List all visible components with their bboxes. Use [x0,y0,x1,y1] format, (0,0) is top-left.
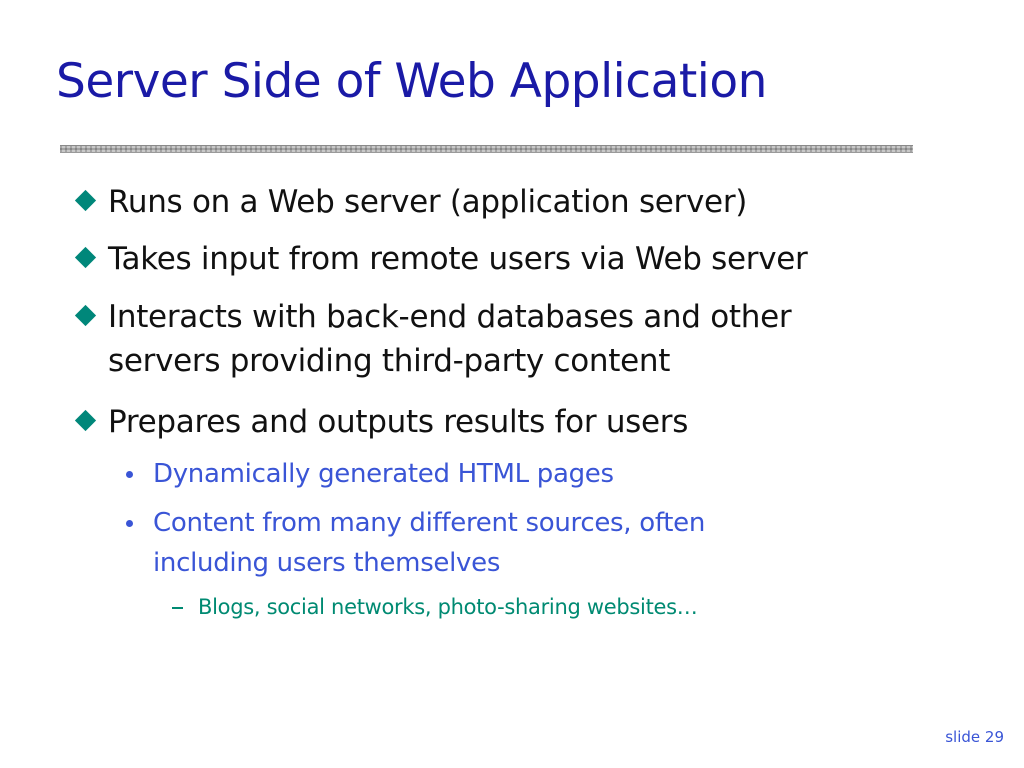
bullet-item: Runs on a Web server (application server… [74,180,748,224]
bullet-item: Interacts with back-end databases and ot… [74,295,792,383]
bullet-item: Takes input from remote users via Web se… [74,237,808,281]
bullet-text: Runs on a Web server (application server… [108,184,748,220]
bullet-text: Prepares and outputs results for users [108,404,689,440]
bullet-text: servers providing third-party content [108,343,671,379]
sub-sub-bullet-text: Blogs, social networks, photo-sharing we… [198,595,698,619]
sub-bullet-item: Dynamically generated HTML pages [124,454,614,494]
dot-bullet-icon [126,471,133,478]
dot-bullet-icon [126,520,133,527]
slide: Server Side of Web Application Runs on a… [0,0,1024,768]
sub-bullet-text: including users themselves [153,548,501,578]
sub-bullet-text: Content from many different sources, oft… [153,508,705,538]
title-divider [60,145,913,153]
slide-title: Server Side of Web Application [56,54,767,109]
bullet-text: Takes input from remote users via Web se… [108,241,808,277]
sub-bullet-item: Content from many different sources, oft… [124,503,705,583]
bullet-item: Prepares and outputs results for users [74,400,689,444]
sub-sub-bullet-item: Blogs, social networks, photo-sharing we… [172,592,698,622]
slide-number: slide 29 [945,728,1004,746]
dash-bullet-icon [172,607,183,609]
bullet-text: Interacts with back-end databases and ot… [108,299,792,335]
sub-bullet-text: Dynamically generated HTML pages [153,459,614,489]
